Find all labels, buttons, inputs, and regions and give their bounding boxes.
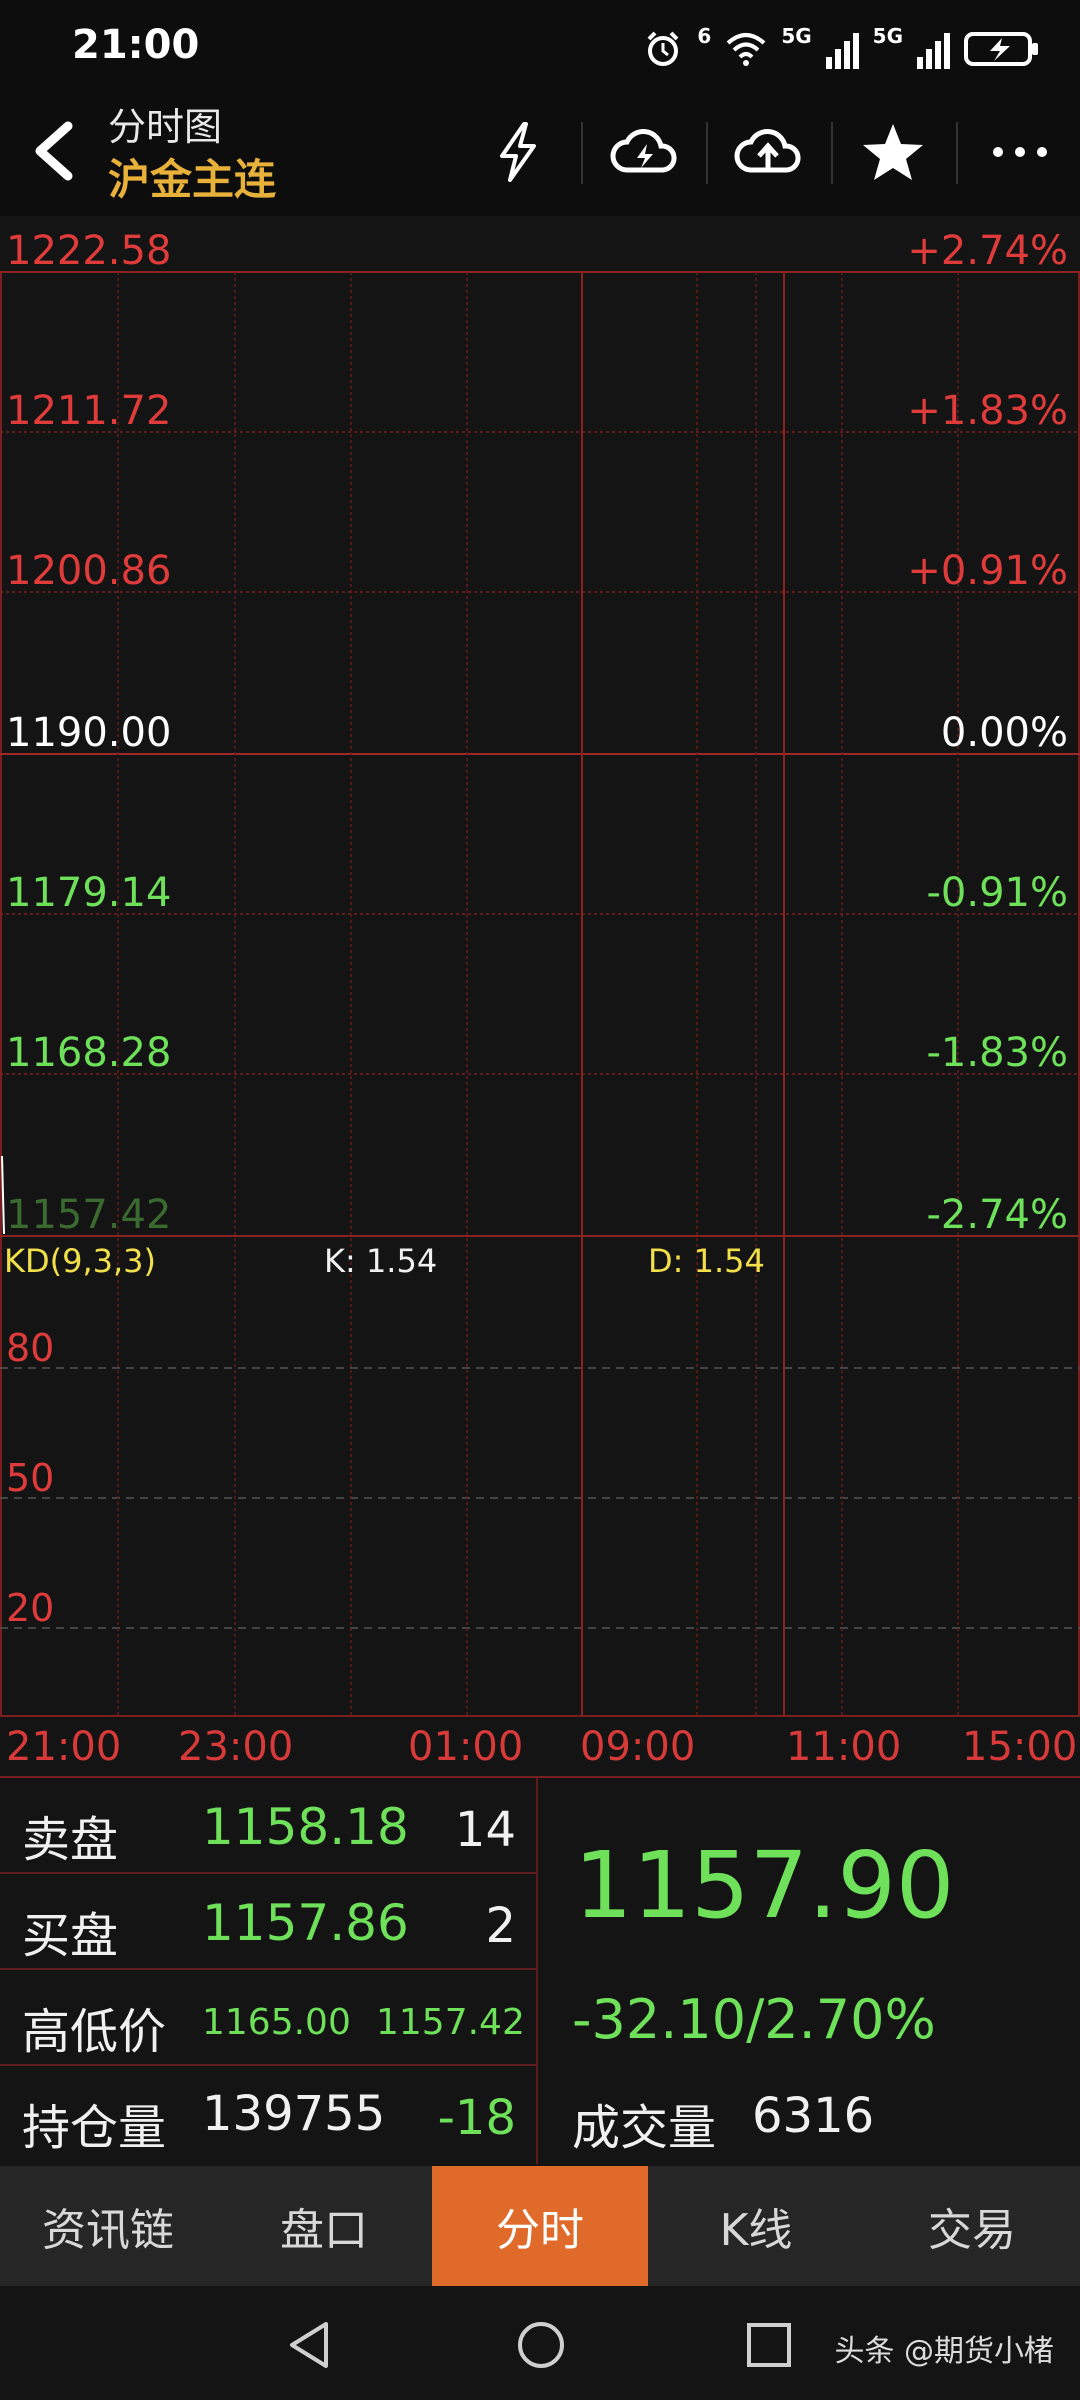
favorite-button[interactable] xyxy=(853,112,933,192)
kd-indicator-name: KD(9,3,3) xyxy=(4,1242,157,1280)
tab-trade[interactable]: 交易 xyxy=(864,2166,1080,2286)
ask-row: 卖盘 1158.18 14 xyxy=(0,1778,536,1874)
kd-level-20: 20 xyxy=(6,1586,55,1630)
star-icon xyxy=(863,124,923,180)
open-interest-row: 持仓量 139755 -18 xyxy=(0,2066,536,2162)
page-title: 沪金主连 xyxy=(108,155,277,204)
nav-back-icon[interactable] xyxy=(276,2310,346,2380)
time-label: 15:00 xyxy=(962,1724,1078,1770)
bid-row: 买盘 1157.86 2 xyxy=(0,1874,536,1970)
pct-level-label: +0.91% xyxy=(907,548,1068,594)
wifi-6-tag: 6 xyxy=(697,24,712,48)
bid-price: 1157.86 xyxy=(202,1894,409,1952)
volume-value: 6316 xyxy=(752,2088,875,2144)
signal-icon-2 xyxy=(917,29,950,69)
ask-qty: 14 xyxy=(454,1802,516,1858)
price-level-label: 1168.28 xyxy=(6,1030,172,1076)
status-bar: 21:00 6 5G 5G xyxy=(0,0,1080,92)
alarm-icon xyxy=(647,31,679,66)
tab-news-chain[interactable]: 资讯链 xyxy=(0,2166,216,2286)
time-label: 23:00 xyxy=(178,1724,294,1770)
wifi-icon xyxy=(726,33,766,66)
timeshare-chart[interactable]: 1222.58 +2.74% 1211.72 +1.83% 1200.86 +0.91% 1… xyxy=(0,216,1080,1776)
pct-level-label: 0.00% xyxy=(940,710,1068,756)
cloud-lightning-icon xyxy=(610,129,677,173)
price-level-label: 1222.58 xyxy=(6,228,172,274)
high-price: 1165.00 xyxy=(202,2002,351,2043)
app-header: 分时图 沪金主连 xyxy=(0,92,1080,216)
tab-kline[interactable]: K线 xyxy=(648,2166,864,2286)
bottom-tabs: 资讯链 盘口 分时 K线 交易 xyxy=(0,2166,1080,2286)
header-divider xyxy=(956,122,958,184)
high-low-label: 高低价 xyxy=(22,2004,167,2060)
cloud-upload-icon xyxy=(734,129,801,173)
lightning-icon xyxy=(500,122,536,182)
signal-icon-1 xyxy=(825,29,859,69)
watermark: 头条 @期货小楮 xyxy=(834,2334,1054,2369)
more-icon xyxy=(993,147,1047,157)
pct-level-label: -2.74% xyxy=(926,1192,1068,1238)
header-divider xyxy=(581,122,583,184)
time-label: 01:00 xyxy=(408,1724,524,1770)
ask-label: 卖盘 xyxy=(22,1812,119,1868)
open-interest-label: 持仓量 xyxy=(22,2100,167,2156)
open-interest-value: 139755 xyxy=(202,2086,386,2142)
bid-qty: 2 xyxy=(485,1898,516,1954)
tab-timeshare[interactable]: 分时 xyxy=(432,2166,648,2286)
header-divider xyxy=(831,122,833,184)
kd-d-value: D: 1.54 xyxy=(648,1242,765,1280)
network-5g-tag-2: 5G xyxy=(872,24,903,48)
price-level-label: 1200.86 xyxy=(6,548,172,594)
pct-level-label: -0.91% xyxy=(926,870,1068,916)
time-label: 11:00 xyxy=(786,1724,902,1770)
price-level-label: 1179.14 xyxy=(6,870,172,916)
header-divider xyxy=(706,122,708,184)
ask-price: 1158.18 xyxy=(202,1798,409,1856)
pct-level-label: -1.83% xyxy=(926,1030,1068,1076)
back-icon[interactable] xyxy=(22,116,92,186)
system-nav-bar: 头条 @期货小楮 xyxy=(0,2286,1080,2400)
price-level-label: 1211.72 xyxy=(6,388,172,434)
low-price: 1157.42 xyxy=(376,2002,525,2043)
price-level-label: 1157.42 xyxy=(6,1192,172,1238)
nav-recents-icon[interactable] xyxy=(734,2310,804,2380)
network-5g-tag-1: 5G xyxy=(781,24,812,48)
last-price: 1157.90 xyxy=(574,1832,955,1939)
time-label: 21:00 xyxy=(6,1724,122,1770)
more-button[interactable] xyxy=(980,112,1060,192)
high-low-row: 高低价 1165.00 1157.42 xyxy=(0,1970,536,2066)
kd-level-50: 50 xyxy=(6,1456,55,1500)
cloud-upload-button[interactable] xyxy=(728,112,808,192)
status-icons: 6 5G 5G xyxy=(643,24,1040,74)
cloud-lightning-button[interactable] xyxy=(604,112,684,192)
time-label: 09:00 xyxy=(580,1724,696,1770)
pct-level-label: +1.83% xyxy=(907,388,1068,434)
bid-label: 买盘 xyxy=(22,1908,119,1964)
volume-label: 成交量 xyxy=(572,2100,717,2156)
battery-charging-icon xyxy=(964,32,1038,66)
price-change: -32.10/2.70% xyxy=(572,1988,936,2051)
open-interest-change: -18 xyxy=(437,2090,516,2146)
lightning-button[interactable] xyxy=(478,112,558,192)
price-level-label: 1190.00 xyxy=(6,710,172,756)
nav-home-icon[interactable] xyxy=(506,2310,576,2380)
quote-divider xyxy=(536,1778,538,2164)
tab-orderbook[interactable]: 盘口 xyxy=(216,2166,432,2286)
kd-k-value: K: 1.54 xyxy=(324,1242,438,1280)
quote-panel: 卖盘 1158.18 14 买盘 1157.86 2 高低价 1165.00 1… xyxy=(0,1776,1080,2164)
page-subtitle: 分时图 xyxy=(108,105,223,149)
kd-level-80: 80 xyxy=(6,1326,55,1370)
status-time: 21:00 xyxy=(72,22,200,68)
pct-level-label: +2.74% xyxy=(907,228,1068,274)
chart-grid xyxy=(0,271,1080,1717)
